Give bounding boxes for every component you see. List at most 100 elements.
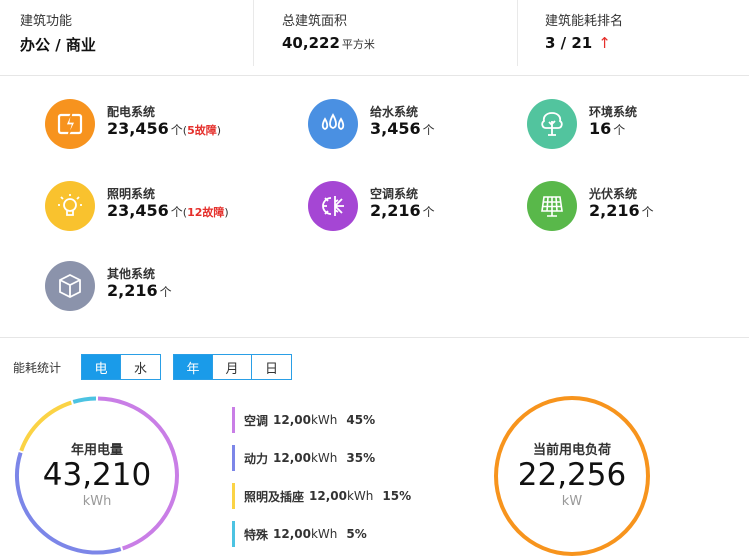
stat-value-text: 3 / 21 bbox=[545, 34, 593, 52]
legend-unit: kWh bbox=[310, 451, 338, 465]
system-name: 光伏系统 bbox=[589, 187, 638, 201]
legend-unit: kWh bbox=[346, 489, 374, 503]
legend-percent: 45% bbox=[346, 413, 376, 427]
legend-amount: 12,00 bbox=[309, 489, 347, 503]
system-photovoltaic[interactable]: 光伏系统 2,216 个 bbox=[527, 181, 747, 231]
stat-label: 总建筑面积 bbox=[282, 14, 348, 29]
lightning-icon bbox=[45, 99, 95, 149]
stat-label: 建筑功能 bbox=[20, 14, 73, 29]
legend-swatch bbox=[232, 407, 235, 433]
stat-value: 40,222 平方米 bbox=[282, 34, 375, 52]
system-count-unit: 个 bbox=[170, 123, 183, 137]
system-name: 照明系统 bbox=[107, 187, 156, 201]
fault-count: 12故障 bbox=[187, 206, 225, 219]
system-count-value: 23,456 bbox=[107, 119, 169, 138]
legend-name: 空调 bbox=[244, 413, 269, 428]
water-drops-icon bbox=[308, 99, 358, 149]
legend-name: 照明及插座 bbox=[244, 489, 305, 504]
tab-year[interactable]: 年 bbox=[174, 355, 213, 379]
stat-label: 建筑能耗排名 bbox=[545, 14, 624, 29]
system-count-value: 23,456 bbox=[107, 201, 169, 220]
system-name: 配电系统 bbox=[107, 105, 156, 119]
period-tabs: 年 月 日 bbox=[173, 354, 292, 380]
system-count: 23,456 个(12故障) bbox=[107, 201, 229, 220]
system-count: 23,456 个(5故障) bbox=[107, 119, 221, 138]
stat-value: 3 / 21 ↑ bbox=[545, 34, 611, 52]
system-count-value: 3,456 bbox=[370, 119, 421, 138]
load-title: 当前用电负荷 bbox=[532, 443, 611, 458]
legend-item: 空调 12,00 kWh 45% bbox=[232, 407, 375, 433]
tree-icon bbox=[527, 99, 577, 149]
tab-day[interactable]: 日 bbox=[252, 355, 291, 379]
legend-amount: 12,00 bbox=[273, 413, 311, 427]
energy-type-tabs: 电 水 bbox=[81, 354, 161, 380]
legend-swatch bbox=[232, 521, 235, 547]
snowflake-sun-icon bbox=[308, 181, 358, 231]
system-air-conditioning[interactable]: 空调系统 2,216 个 bbox=[308, 181, 528, 231]
tab-water[interactable]: 水 bbox=[121, 355, 160, 379]
divider bbox=[253, 0, 254, 66]
legend-amount: 12,00 bbox=[273, 451, 311, 465]
rank-up-arrow-icon: ↑ bbox=[598, 34, 611, 52]
fault-close: ) bbox=[224, 206, 229, 219]
legend-percent: 35% bbox=[346, 451, 376, 465]
system-water[interactable]: 给水系统 3,456 个 bbox=[308, 99, 528, 149]
system-count: 2,216 个 bbox=[589, 201, 654, 220]
system-count-value: 16 bbox=[589, 119, 612, 138]
system-count-unit: 个 bbox=[613, 123, 626, 137]
fault-count: 5故障 bbox=[187, 124, 217, 137]
system-lighting[interactable]: 照明系统 23,456 个(12故障) bbox=[45, 181, 265, 231]
cube-icon bbox=[45, 261, 95, 311]
system-count: 3,456 个 bbox=[370, 119, 435, 138]
legend-percent: 15% bbox=[382, 489, 412, 503]
donut-slice-4 bbox=[72, 396, 97, 404]
annual-title: 年用电量 bbox=[70, 443, 123, 458]
stat-unit: 平方米 bbox=[341, 38, 375, 51]
system-count-value: 2,216 bbox=[589, 201, 640, 220]
system-other[interactable]: 其他系统 2,216 个 bbox=[45, 261, 265, 311]
divider bbox=[517, 0, 518, 66]
fault-badge[interactable]: (5故障) bbox=[183, 124, 221, 137]
annual-value: 43,210 bbox=[42, 457, 152, 493]
fault-badge[interactable]: (12故障) bbox=[183, 206, 229, 219]
legend-unit: kWh bbox=[310, 527, 338, 541]
system-name: 空调系统 bbox=[370, 187, 419, 201]
system-count-unit: 个 bbox=[422, 123, 435, 137]
legend-name: 动力 bbox=[244, 451, 269, 466]
system-count-value: 2,216 bbox=[107, 281, 158, 300]
energy-stats-label: 能耗统计 bbox=[13, 361, 62, 375]
system-count: 2,216 个 bbox=[107, 281, 172, 300]
legend-name: 特殊 bbox=[244, 527, 269, 542]
stat-value-text: 40,222 bbox=[282, 34, 340, 52]
system-count-value: 2,216 bbox=[370, 201, 421, 220]
building-stats: 建筑功能 办公 / 商业 总建筑面积 40,222 平方米 建筑能耗排名 3 / … bbox=[0, 0, 749, 76]
system-name: 其他系统 bbox=[107, 267, 156, 281]
system-count-unit: 个 bbox=[170, 205, 183, 219]
lightbulb-icon bbox=[45, 181, 95, 231]
annual-unit: kWh bbox=[82, 494, 112, 509]
stat-value-text: 办公 / 商业 bbox=[20, 36, 96, 54]
system-count: 2,216 个 bbox=[370, 201, 435, 220]
stat-value: 办公 / 商业 bbox=[20, 34, 96, 55]
section-divider bbox=[0, 337, 749, 338]
tab-electricity[interactable]: 电 bbox=[82, 355, 121, 379]
legend-percent: 5% bbox=[346, 527, 367, 541]
legend-amount: 12,00 bbox=[273, 527, 311, 541]
legend-item: 特殊 12,00 kWh 5% bbox=[232, 521, 367, 547]
system-count: 16 个 bbox=[589, 119, 625, 138]
load-value: 22,256 bbox=[517, 457, 627, 493]
load-unit: kW bbox=[561, 494, 583, 509]
system-name: 给水系统 bbox=[370, 105, 419, 119]
system-power[interactable]: 配电系统 23,456 个(5故障) bbox=[45, 99, 265, 149]
system-name: 环境系统 bbox=[589, 105, 638, 119]
tab-month[interactable]: 月 bbox=[213, 355, 252, 379]
system-count-unit: 个 bbox=[422, 205, 435, 219]
fault-close: ) bbox=[216, 124, 222, 137]
system-count-unit: 个 bbox=[641, 205, 654, 219]
legend-item: 照明及插座 12,00 kWh 15% bbox=[232, 483, 411, 509]
legend-swatch bbox=[232, 445, 235, 471]
legend-unit: kWh bbox=[310, 413, 338, 427]
system-environment[interactable]: 环境系统 16 个 bbox=[527, 99, 747, 149]
legend-item: 动力 12,00 kWh 35% bbox=[232, 445, 375, 471]
solar-panel-icon bbox=[527, 181, 577, 231]
